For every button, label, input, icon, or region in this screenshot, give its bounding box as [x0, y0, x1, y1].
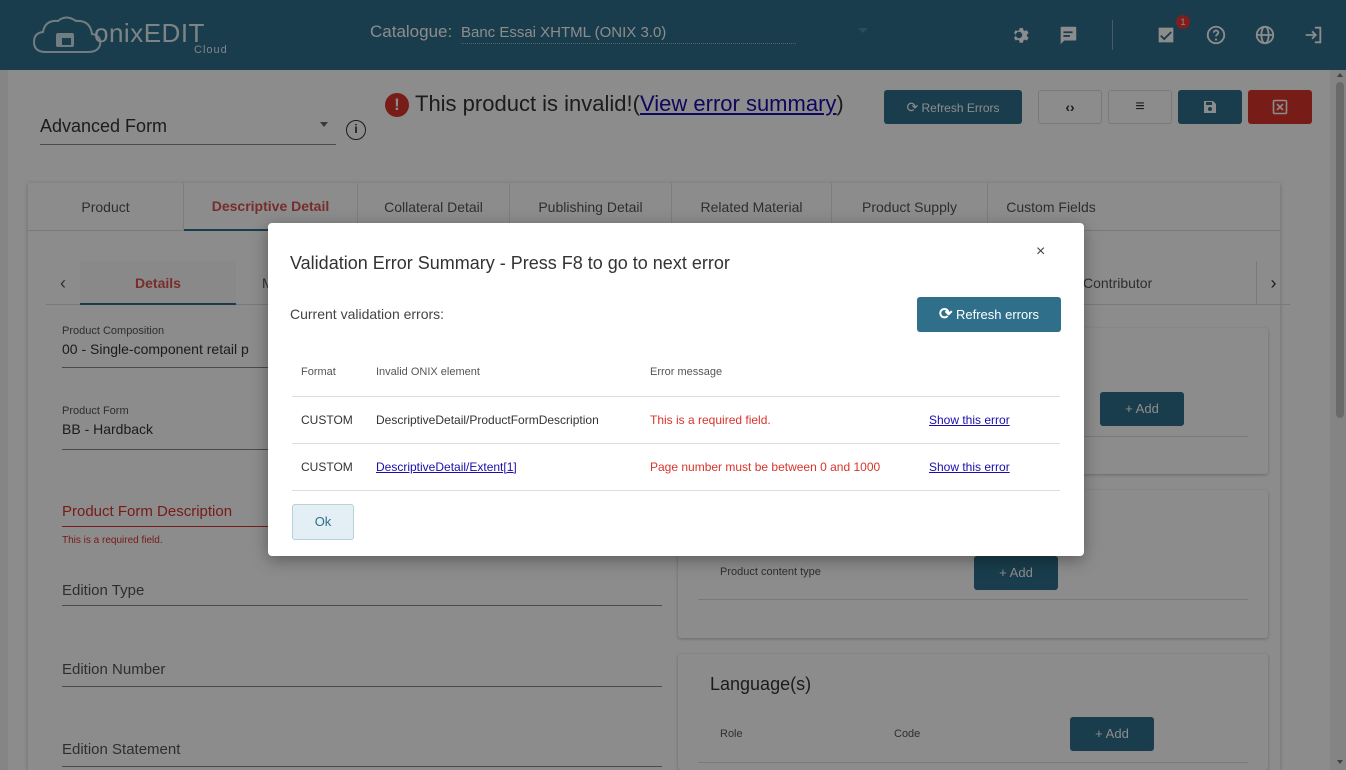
column-header-message: Error message	[641, 349, 920, 397]
table-row: CUSTOM DescriptiveDetail/ProductFormDesc…	[292, 396, 1060, 444]
modal-subtitle: Current validation errors:	[290, 306, 445, 322]
show-error-link[interactable]: Show this error	[929, 413, 1010, 427]
table-row: CUSTOM DescriptiveDetail/Extent[1] Page …	[292, 443, 1060, 491]
error-format: CUSTOM	[292, 396, 367, 444]
validation-error-modal: Validation Error Summary - Press F8 to g…	[268, 223, 1084, 556]
error-message: Page number must be between 0 and 1000	[641, 443, 920, 491]
column-header-element: Invalid ONIX element	[367, 349, 641, 397]
refresh-errors-modal-label: Refresh errors	[955, 307, 1040, 322]
modal-close-icon[interactable]: ×	[1036, 243, 1045, 261]
error-element: DescriptiveDetail/ProductFormDescription	[367, 396, 641, 444]
show-error-link[interactable]: Show this error	[929, 460, 1010, 474]
column-header-action	[920, 349, 1060, 397]
error-format: CUSTOM	[292, 443, 367, 491]
error-message: This is a required field.	[641, 396, 920, 444]
refresh-errors-modal-button[interactable]: ⟳ Refresh errors	[917, 297, 1061, 332]
table-header-row: Format Invalid ONIX element Error messag…	[292, 349, 1060, 397]
modal-title: Validation Error Summary - Press F8 to g…	[290, 253, 730, 273]
validation-errors-table: Format Invalid ONIX element Error messag…	[292, 349, 1060, 491]
column-header-format: Format	[292, 349, 367, 397]
refresh-icon: ⟳	[938, 306, 953, 323]
error-element-link[interactable]: DescriptiveDetail/Extent[1]	[376, 460, 517, 474]
ok-button[interactable]: Ok	[292, 504, 354, 540]
